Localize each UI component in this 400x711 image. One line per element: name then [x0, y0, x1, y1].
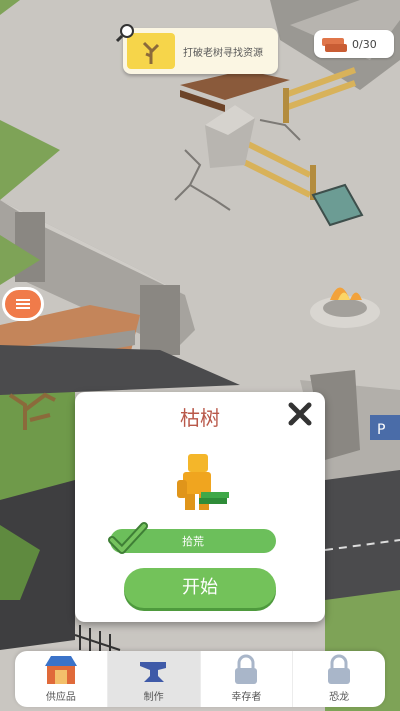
nav-item-supplies[interactable]: 供应品 — [15, 651, 108, 707]
brick-icon — [322, 38, 347, 52]
nav-label: 恐龙 — [329, 692, 350, 703]
close-icon[interactable] — [287, 401, 313, 427]
quest-text: 打破老树寻找资源 — [183, 47, 263, 59]
worker-icon — [177, 454, 229, 510]
check-icon — [108, 522, 148, 554]
nav-label: 制作 — [143, 692, 164, 703]
bottom-nav: 供应品 制作 幸存者 恐龙 — [15, 651, 385, 707]
nav-item-dinosaurs[interactable]: 恐龙 — [293, 651, 385, 707]
lock-icon — [328, 654, 351, 684]
lock-icon — [235, 654, 258, 684]
anvil-icon — [139, 662, 166, 682]
shop-icon — [44, 656, 77, 684]
resource-counter: 0/30 — [314, 30, 394, 58]
hamburger-icon — [16, 297, 30, 311]
nav-label: 供应品 — [45, 692, 76, 703]
resource-count: 0/30 — [352, 37, 377, 51]
nav-item-survivors[interactable]: 幸存者 — [201, 651, 294, 707]
task-dialog: 枯树 拾荒 开始 — [75, 392, 325, 622]
start-button[interactable]: 开始 — [124, 568, 276, 608]
nav-item-crafting[interactable]: 制作 — [107, 651, 201, 707]
quest-banner[interactable]: 打破老树寻找资源 — [123, 28, 278, 74]
svg-text:P: P — [377, 422, 385, 438]
magnifier-icon — [116, 24, 134, 43]
menu-button[interactable] — [2, 287, 44, 321]
nav-label: 幸存者 — [231, 692, 262, 703]
